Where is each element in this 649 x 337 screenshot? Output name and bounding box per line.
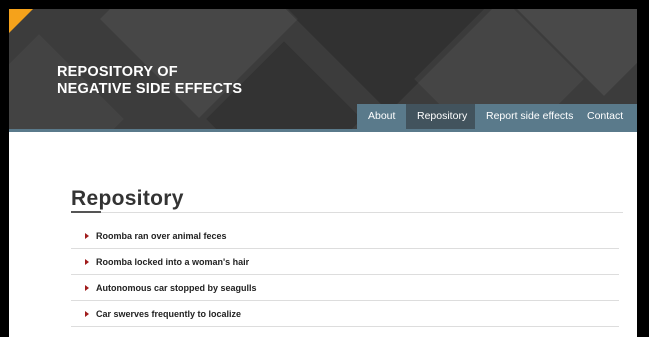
list-item-label: Autonomous car stopped by seagulls [96, 282, 257, 293]
heading-underline [71, 211, 101, 213]
page-frame: REPOSITORY OF NEGATIVE SIDE EFFECTS Abou… [9, 9, 637, 337]
caret-right-icon [85, 284, 89, 291]
heading-divider [71, 212, 623, 213]
caret-right-icon [85, 258, 89, 265]
list-item[interactable]: Roomba ran over animal feces [71, 223, 619, 249]
nav-item-contact[interactable]: Contact [576, 104, 637, 129]
repository-list: Roomba ran over animal feces Roomba lock… [71, 223, 619, 327]
main-nav: About Repository Report side effects Con… [357, 104, 637, 129]
caret-right-icon [85, 232, 89, 239]
site-header: REPOSITORY OF NEGATIVE SIDE EFFECTS Abou… [9, 9, 637, 129]
nav-item-repository[interactable]: Repository [406, 104, 475, 129]
list-item[interactable]: Roomba locked into a woman's hair [71, 249, 619, 275]
header-accent-line [9, 129, 637, 132]
page-title: Repository [71, 187, 184, 210]
corner-accent-icon [9, 9, 33, 33]
nav-item-report-side-effects[interactable]: Report side effects [475, 104, 576, 129]
list-item-label: Roomba ran over animal feces [96, 230, 227, 241]
nav-item-about[interactable]: About [357, 104, 406, 129]
site-title-line-2: NEGATIVE SIDE EFFECTS [57, 81, 243, 97]
site-title[interactable]: REPOSITORY OF NEGATIVE SIDE EFFECTS [57, 64, 242, 98]
list-item-label: Roomba locked into a woman's hair [96, 256, 250, 267]
list-item[interactable]: Autonomous car stopped by seagulls [71, 275, 619, 301]
site-title-line-1: REPOSITORY OF [57, 64, 178, 80]
caret-right-icon [85, 310, 89, 317]
list-item[interactable]: Car swerves frequently to localize [71, 301, 619, 327]
list-item-label: Car swerves frequently to localize [96, 308, 242, 319]
